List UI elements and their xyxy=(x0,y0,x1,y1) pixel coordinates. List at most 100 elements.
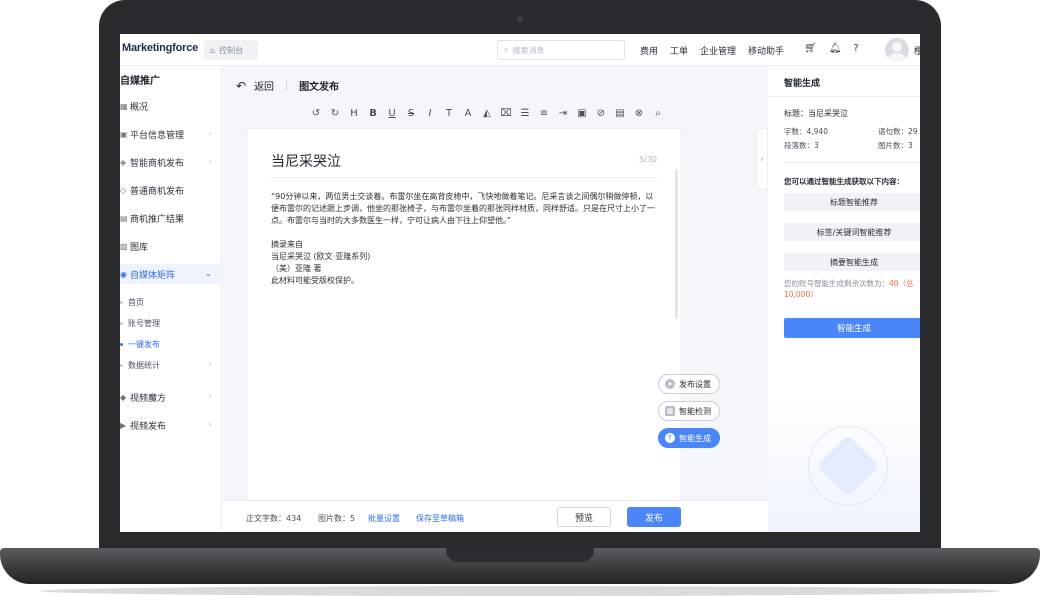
search-icon: ⌕ xyxy=(504,45,509,54)
sidebar-item-normal-opportunity[interactable]: ◇ 普通商机发布 xyxy=(120,180,220,200)
back-arrow-icon[interactable]: ↶ xyxy=(236,79,246,93)
brand-logo[interactable]: Marketingforce xyxy=(122,42,198,54)
console-tab-label: 控制台 xyxy=(219,45,244,55)
laptop-shadow xyxy=(40,586,1000,596)
strikethrough-icon[interactable]: S xyxy=(405,108,417,119)
sidebar-subitem-accounts[interactable]: 账号管理 xyxy=(120,314,220,332)
button-label: 智能检测 xyxy=(679,406,711,416)
platform-icon: ▣ xyxy=(120,130,128,139)
title-divider xyxy=(271,177,657,178)
word-count: 正文字数：434 xyxy=(246,514,302,523)
block-icon[interactable]: ⊘ xyxy=(595,108,607,119)
list-icon[interactable]: ☰ xyxy=(519,108,531,119)
article-body[interactable]: “90分钟以来，两位男士交谈着。布雷尔坐在高背皮椅中，飞快地做着笔记。尼采言谈之… xyxy=(271,191,661,287)
avatar[interactable] xyxy=(885,38,909,62)
nav-mobile-assistant[interactable]: 移动助手 xyxy=(748,44,784,57)
font-size-icon[interactable]: T xyxy=(443,108,455,119)
stat-words: 字数：4,940 xyxy=(784,127,828,136)
panel-title: 智能生成 xyxy=(784,79,821,89)
sidebar-item-label: 概况 xyxy=(130,102,149,113)
matrix-icon: ◉ xyxy=(120,270,127,279)
bell-icon[interactable]: 🔔︎ xyxy=(829,43,842,54)
preview-button[interactable]: 预览 xyxy=(557,507,611,527)
sidebar-item-label: 平台信息管理 xyxy=(130,130,185,141)
help-icon[interactable]: ? xyxy=(853,43,858,54)
opportunity-icon: ◇ xyxy=(120,186,127,195)
smart-check-button[interactable]: ▦ 智能检测 xyxy=(658,401,720,421)
nav-fees[interactable]: 费用 xyxy=(640,44,658,57)
no-link-icon[interactable]: ⊗ xyxy=(633,108,645,119)
smart-generate-button[interactable]: ↑ 智能生成 xyxy=(658,428,720,448)
undo-icon[interactable]: ↺ xyxy=(310,108,322,119)
sidebar-item-label: 图库 xyxy=(130,242,149,253)
home-icon: ⌂ xyxy=(210,45,216,55)
smart-generate-panel: 智能生成 标题：当尼采哭泣 字数：4,940 语句数：29 段落数：3 图片数：… xyxy=(768,66,920,532)
align-icon[interactable]: ≡ xyxy=(538,108,550,119)
save-draft-link[interactable]: 保存至草稿箱 xyxy=(416,513,464,524)
title-recommend-button[interactable]: 标题智能推荐 xyxy=(784,193,920,211)
panel-generate-button[interactable]: 智能生成 xyxy=(784,318,920,338)
editor-scrollbar[interactable] xyxy=(675,169,678,319)
search-replace-icon[interactable]: ⌕ xyxy=(652,108,664,119)
sidebar-subitem-label: 数据统计 xyxy=(128,360,160,370)
top-icons: 🛒︎ 🔔︎ ? xyxy=(804,43,859,54)
font-color-icon[interactable]: A xyxy=(462,108,474,119)
publish-settings-button[interactable]: ➤ 发布设置 xyxy=(658,374,720,394)
overview-icon: ▦ xyxy=(120,102,128,111)
console-tab[interactable]: ⌂ 控制台 xyxy=(204,40,258,60)
redo-icon[interactable]: ↻ xyxy=(329,108,341,119)
sidebar-item-gallery[interactable]: ▨ 图库 xyxy=(120,236,220,256)
body-line: 当尼采哭泣 (欧文·亚隆系列) xyxy=(271,252,371,261)
generate-icon: ↑ xyxy=(665,433,675,443)
sidebar-subitem-one-click-publish[interactable]: 一键发布 xyxy=(120,335,220,353)
back-link[interactable]: 返回 xyxy=(254,78,274,93)
cart-icon[interactable]: 🛒︎ xyxy=(804,43,817,54)
highlight-icon[interactable]: ◭ xyxy=(481,108,493,119)
send-icon: ➤ xyxy=(665,379,675,389)
page-header: ↶ 返回 图文发布 xyxy=(236,78,340,94)
stat-sentences: 语句数：29 xyxy=(878,127,918,136)
page-title: 图文发布 xyxy=(299,82,340,93)
nav-tickets[interactable]: 工单 xyxy=(670,44,688,57)
divider-icon[interactable]: ▤ xyxy=(614,108,626,119)
editor-toolbar: ↺ ↻ H B U S I T A ◭ ⌧ ☰ ≡ ⇥ ▣ ⊘ ▤ ⊗ ⌕ xyxy=(310,108,664,119)
search-input[interactable]: ⌕ 搜索消息 xyxy=(497,40,625,60)
sidebar-item-media-matrix[interactable]: ◉ 自媒体矩阵 ⌄ xyxy=(120,264,220,284)
panel-doc-title: 标题：当尼采哭泣 xyxy=(784,109,848,118)
title-char-count: 5/30 xyxy=(639,155,657,164)
sidebar-item-label: 视频魔方 xyxy=(130,393,167,404)
nav-enterprise[interactable]: 企业管理 xyxy=(700,44,736,57)
publish-button[interactable]: 发布 xyxy=(627,507,681,527)
panel-divider xyxy=(784,162,920,163)
sidebar-item-platform-info[interactable]: ▣ 平台信息管理 › xyxy=(120,124,220,144)
summary-generate-button[interactable]: 摘要智能生成 xyxy=(784,253,920,271)
sidebar-subitem-home[interactable]: 首页 xyxy=(120,293,220,311)
image-count: 图片数：5 xyxy=(318,514,356,523)
article-editor[interactable]: 当尼采哭泣 5/30 “90分钟以来，两位男士交谈着。布雷尔坐在高背皮椅中，飞快… xyxy=(246,128,682,508)
sidebar-item-promotion-results[interactable]: ▤ 商机推广结果 xyxy=(120,208,220,228)
sidebar-item-smart-opportunity[interactable]: ◈ 智能商机发布 › xyxy=(120,152,220,172)
sidebar-subitem-statistics[interactable]: 数据统计 › xyxy=(120,356,220,374)
panel-collapse-handle[interactable]: › xyxy=(756,128,768,190)
batch-settings-link[interactable]: 批量设置 xyxy=(368,513,400,524)
button-label: 智能生成 xyxy=(679,433,711,443)
sidebar-item-video-cube[interactable]: ◆ 视频魔方 › xyxy=(120,387,220,407)
dot-icon xyxy=(120,300,123,304)
sidebar-item-video-publish[interactable]: ▶ 视频发布 › xyxy=(120,415,220,435)
heading-icon[interactable]: H xyxy=(348,108,360,119)
sidebar-item-overview[interactable]: ▦ 概况 xyxy=(120,96,220,116)
quota-prefix: 您的账号智能生成剩余次数为： xyxy=(784,279,889,288)
results-icon: ▤ xyxy=(120,214,128,223)
article-title[interactable]: 当尼采哭泣 xyxy=(271,151,341,171)
bold-icon[interactable]: B xyxy=(367,108,379,119)
insert-image-icon[interactable]: ▣ xyxy=(576,108,588,119)
italic-icon[interactable]: I xyxy=(424,108,436,119)
chevron-right-icon: › xyxy=(208,157,212,167)
user-name[interactable]: 樱 xyxy=(914,44,920,57)
indent-icon[interactable]: ⇥ xyxy=(557,108,569,119)
clear-format-icon[interactable]: ⌧ xyxy=(500,108,512,119)
tag-keyword-recommend-button[interactable]: 标签/关键词智能推荐 xyxy=(784,223,920,241)
underline-icon[interactable]: U xyxy=(386,108,398,119)
body-line: 此材料可能受版权保护。 xyxy=(271,276,359,285)
